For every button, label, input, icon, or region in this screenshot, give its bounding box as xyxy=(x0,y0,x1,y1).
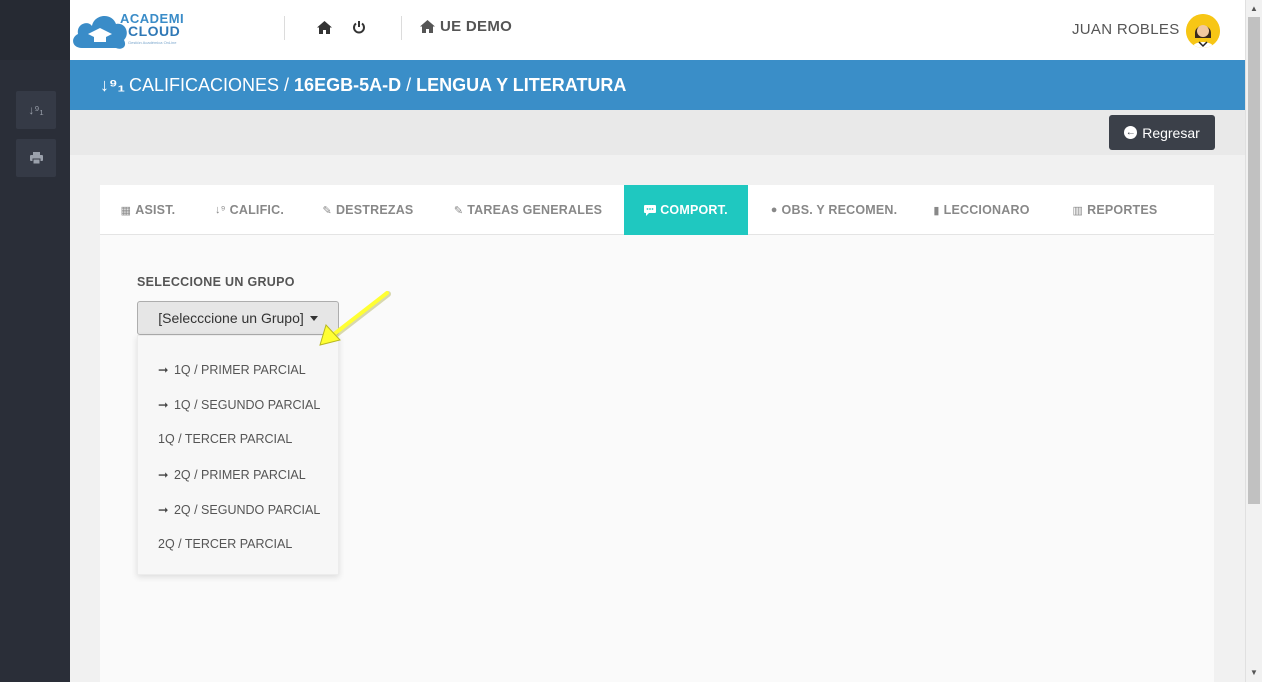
back-button[interactable]: ← Regresar xyxy=(1109,115,1215,150)
breadcrumb-course: 16EGB-5A-D xyxy=(294,74,402,95)
tab-reportes[interactable]: ▥ REPORTES xyxy=(1060,185,1170,235)
group-selector-label: SELECCIONE UN GRUPO xyxy=(137,275,295,289)
annotation-arrow-icon xyxy=(319,291,391,346)
tab-label: ASIST. xyxy=(135,203,176,217)
sidebar-grades-button[interactable]: ↓⁹₁ xyxy=(16,91,56,129)
main-panel: ▦ ASIST. ↓⁹ CALIFIC. ✎ DESTREZAS ✎ TAREA… xyxy=(100,185,1214,682)
dropdown-option-label: 1Q / PRIMER PARCIAL xyxy=(173,363,306,377)
scroll-up-icon[interactable]: ▲ xyxy=(1250,4,1258,13)
group-dropdown-text: [Selecccione un Grupo] xyxy=(158,310,304,326)
tab-calific[interactable]: ↓⁹ CALIFIC. xyxy=(196,185,303,235)
tab-tareas-generales[interactable]: ✎ TAREAS GENERALES xyxy=(433,185,623,235)
print-icon xyxy=(29,152,43,164)
dropdown-option-2q-primer[interactable]: ➞ 2Q / PRIMER PARCIAL xyxy=(158,467,306,482)
dropdown-option-2q-segundo[interactable]: ➞ 2Q / SEGUNDO PARCIAL xyxy=(158,502,320,517)
dropdown-option-label: 1Q / TERCER PARCIAL xyxy=(158,432,293,446)
group-dropdown-menu: ➞ 1Q / PRIMER PARCIAL ➞ 1Q / SEGUNDO PAR… xyxy=(137,335,339,575)
dropdown-option-2q-tercer[interactable]: 2Q / TERCER PARCIAL xyxy=(158,537,292,551)
breadcrumb-separator: / xyxy=(401,74,417,95)
school-home-icon xyxy=(420,20,435,33)
arrow-right-icon: ➞ xyxy=(158,468,169,482)
dropdown-option-label: 2Q / PRIMER PARCIAL xyxy=(173,468,306,482)
tab-label: COMPORT. xyxy=(660,203,728,217)
tab-label: DESTREZAS xyxy=(335,203,414,217)
scroll-thumb[interactable] xyxy=(1248,17,1260,504)
arrow-circle-left-icon: ← xyxy=(1124,126,1138,139)
sort-numeric-icon: ↓⁹₁ xyxy=(28,103,44,117)
breadcrumb-section: CALIFICACIONES / xyxy=(129,74,295,95)
edit-icon: ✎ xyxy=(453,204,464,217)
tab-label: OBS. Y RECOMEN. xyxy=(781,203,898,217)
group-dropdown-button[interactable]: [Selecccione un Grupo] xyxy=(137,301,339,335)
top-navbar: ACADEMI CLOUD Gestión Académica OnLine U… xyxy=(70,0,1245,60)
back-button-label: Regresar xyxy=(1142,124,1200,141)
dropdown-option-1q-primer[interactable]: ➞ 1Q / PRIMER PARCIAL xyxy=(158,362,306,377)
tab-leccionaro[interactable]: ▮ LECCIONARO xyxy=(920,185,1043,235)
sidebar: ↓⁹₁ xyxy=(0,0,70,682)
tab-label: LECCIONARO xyxy=(943,203,1030,217)
calendar-icon: ▦ xyxy=(120,204,132,217)
bar-chart-icon: ▥ xyxy=(1072,204,1084,217)
page-scrollbar[interactable]: ▲ ▼ xyxy=(1245,0,1262,682)
sidebar-header xyxy=(0,0,70,60)
dropdown-option-1q-segundo[interactable]: ➞ 1Q / SEGUNDO PARCIAL xyxy=(158,397,320,412)
tab-destrezas[interactable]: ✎ DESTREZAS xyxy=(303,185,433,235)
navbar-divider xyxy=(401,16,402,40)
power-icon[interactable] xyxy=(352,20,366,34)
dropdown-option-1q-tercer[interactable]: 1Q / TERCER PARCIAL xyxy=(158,432,292,446)
dropdown-option-label: 2Q / TERCER PARCIAL xyxy=(158,537,293,551)
logo-subtitle: Gestión Académica OnLine xyxy=(128,40,177,45)
sort-numeric-icon: ↓⁹₁ xyxy=(100,74,125,95)
user-avatar[interactable] xyxy=(1186,14,1220,48)
sidebar-print-button[interactable] xyxy=(16,139,56,177)
action-bar: ← Regresar xyxy=(70,110,1245,155)
arrow-right-icon: ➞ xyxy=(158,503,169,517)
comments-icon: ● xyxy=(770,204,778,216)
scroll-down-icon[interactable]: ▼ xyxy=(1250,668,1258,677)
user-name[interactable]: JUAN ROBLES xyxy=(1072,21,1180,38)
arrow-right-icon: ➞ xyxy=(158,363,169,377)
tab-comport[interactable]: COMPORT. xyxy=(624,185,748,235)
tab-label: TAREAS GENERALES xyxy=(467,203,603,217)
tab-label: CALIFIC. xyxy=(229,203,284,217)
arrow-right-icon: ➞ xyxy=(158,398,169,412)
home-icon[interactable] xyxy=(317,21,332,34)
page-title-bar: ↓⁹₁ CALIFICACIONES / 16EGB-5A-D / LENGUA… xyxy=(70,60,1245,110)
tab-bar: ▦ ASIST. ↓⁹ CALIFIC. ✎ DESTREZAS ✎ TAREA… xyxy=(100,185,1214,235)
comment-icon xyxy=(644,204,657,216)
tab-obs-recomen[interactable]: ● OBS. Y RECOMEN. xyxy=(748,185,920,235)
avatar-icon xyxy=(1186,14,1220,48)
tab-asist[interactable]: ▦ ASIST. xyxy=(100,185,196,235)
academicloud-logo[interactable]: ACADEMI CLOUD Gestión Académica OnLine xyxy=(70,6,195,54)
book-icon: ▮ xyxy=(933,204,940,217)
tab-label: REPORTES xyxy=(1087,203,1158,217)
navbar-divider xyxy=(284,16,285,40)
school-name: UE DEMO xyxy=(440,18,513,35)
edit-icon: ✎ xyxy=(322,204,332,217)
sort-numeric-icon: ↓⁹ xyxy=(215,204,226,216)
breadcrumb-subject: LENGUA Y LITERATURA xyxy=(416,74,627,95)
logo-text-cloud: CLOUD xyxy=(128,23,181,39)
dropdown-option-label: 2Q / SEGUNDO PARCIAL xyxy=(173,503,321,517)
dropdown-option-label: 1Q / SEGUNDO PARCIAL xyxy=(173,398,321,412)
